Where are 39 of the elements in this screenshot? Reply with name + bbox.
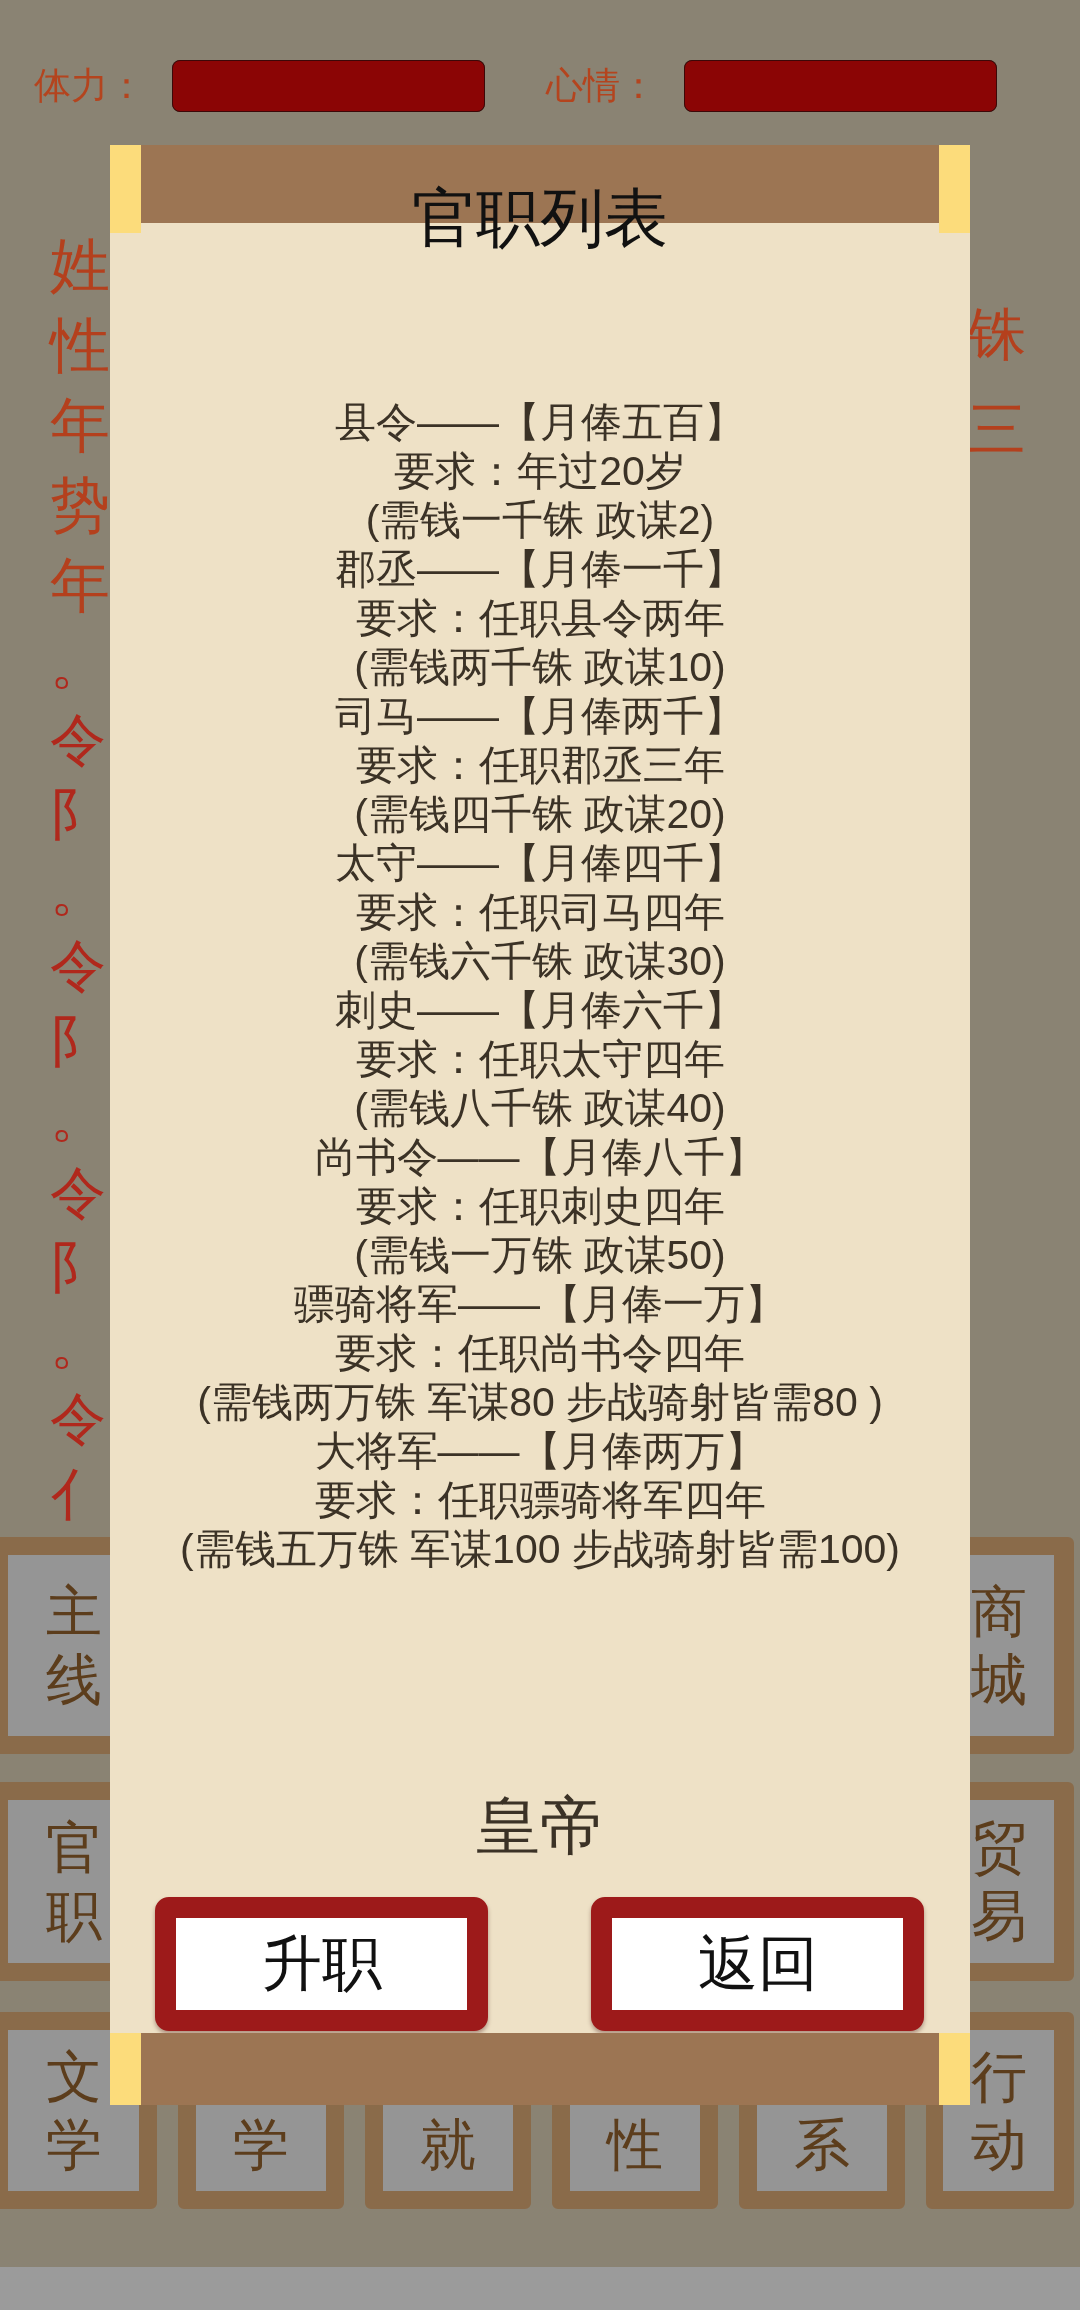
position-cost: (需钱八千铢 政谋40) <box>354 1084 726 1133</box>
roller-end-cap <box>110 2033 141 2105</box>
background-text: 势 <box>50 471 110 541</box>
background-text: 年 <box>50 551 110 621</box>
position-requirement: 要求：任职郡丞三年 <box>355 741 725 790</box>
vertical-text: 。令阝。令阝。令阝。令亻 <box>50 631 106 1528</box>
position-title: 司马——【月俸两千】 <box>335 692 745 741</box>
position-cost: (需钱一千铢 政谋2) <box>365 496 715 545</box>
roller-end-cap <box>939 2033 970 2105</box>
position-requirement: 要求：任职骠骑将军四年 <box>314 1476 766 1525</box>
dialog-button[interactable]: 返回 <box>591 1897 924 2031</box>
current-rank: 皇帝 <box>476 1789 604 1864</box>
position-title: 骠骑将军——【月俸一万】 <box>294 1280 786 1329</box>
position-title: 刺史——【月俸六千】 <box>335 986 745 1035</box>
background-text: 铢 <box>968 300 1026 368</box>
stat-label: 体力： <box>34 64 145 108</box>
position-title: 尚书令——【月俸八千】 <box>314 1133 766 1182</box>
position-cost: (需钱五万铢 军谋100 步战骑射皆需100) <box>180 1525 900 1574</box>
position-title: 太守——【月俸四千】 <box>335 839 745 888</box>
position-cost: (需钱两万铢 军谋80 步战骑射皆需80 ) <box>197 1378 883 1427</box>
background-text: 姓 <box>50 231 110 301</box>
position-cost: (需钱一万铢 政谋50) <box>354 1231 726 1280</box>
position-requirement: 要求：任职司马四年 <box>355 888 725 937</box>
position-title: 郡丞——【月俸一千】 <box>335 545 745 594</box>
background-text: 三 <box>968 395 1026 463</box>
dialog-button[interactable]: 升职 <box>155 1897 488 2031</box>
position-requirement: 要求：任职县令两年 <box>355 594 725 643</box>
position-requirement: 要求：任职太守四年 <box>355 1035 725 1084</box>
position-requirement: 要求：年过20岁 <box>394 447 686 496</box>
position-requirement: 要求：任职刺史四年 <box>355 1182 725 1231</box>
position-title: 大将军——【月俸两万】 <box>314 1427 766 1476</box>
stat-label: 心情： <box>546 64 657 108</box>
background-text: 年 <box>50 391 110 461</box>
position-requirement: 要求：任职尚书令四年 <box>335 1329 745 1378</box>
position-cost: (需钱四千铢 政谋20) <box>354 790 726 839</box>
position-title: 县令——【月俸五百】 <box>335 398 745 447</box>
position-cost: (需钱两千铢 政谋10) <box>354 643 726 692</box>
position-cost: (需钱六千铢 政谋30) <box>354 937 726 986</box>
background-text: 性 <box>50 311 110 381</box>
